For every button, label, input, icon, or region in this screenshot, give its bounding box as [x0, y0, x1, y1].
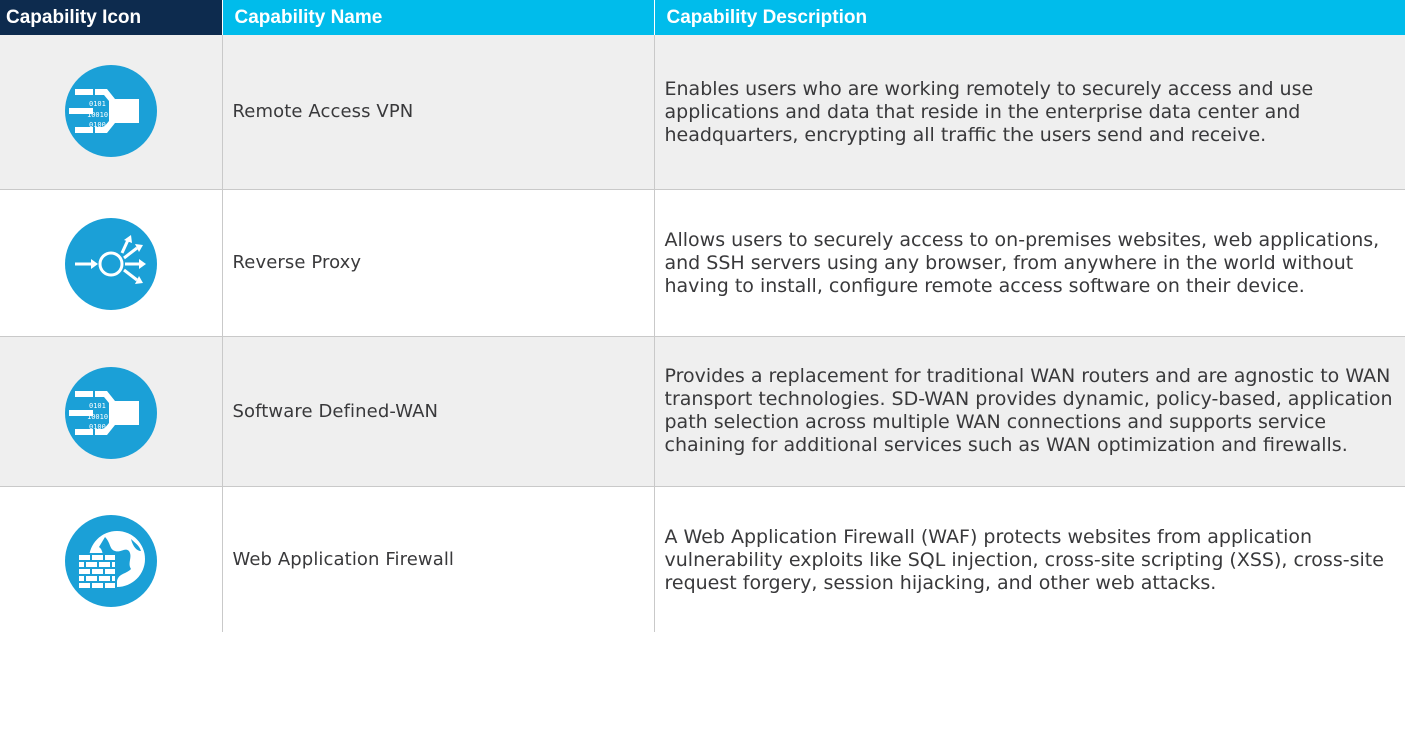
reverse-proxy-icon — [65, 217, 157, 310]
capability-name: Software Defined-WAN — [222, 336, 655, 487]
capability-icon-cell — [0, 486, 223, 632]
capability-icon-cell: 0101 10010 0100 — [0, 336, 223, 487]
capability-description: A Web Application Firewall (WAF) protect… — [654, 486, 1405, 632]
capability-name: Reverse Proxy — [222, 189, 655, 337]
capability-description: Provides a replacement for traditional W… — [654, 336, 1405, 487]
table-row: Reverse Proxy Allows users to securely a… — [0, 189, 1405, 337]
capability-description: Allows users to securely access to on-pr… — [654, 189, 1405, 337]
capability-icon-cell — [0, 189, 223, 337]
header-row: Capability Icon Capability Name Capabili… — [0, 0, 1405, 35]
svg-text:0100: 0100 — [89, 121, 106, 129]
svg-text:0101: 0101 — [89, 402, 106, 410]
capability-icon-cell: 0101 10010 0100 — [0, 35, 223, 190]
header-capability-name: Capability Name — [222, 0, 655, 35]
capability-description: Enables users who are working remotely t… — [654, 35, 1405, 190]
svg-text:10010: 10010 — [87, 413, 108, 421]
svg-text:0101: 0101 — [89, 100, 106, 108]
data-stream-funnel-icon: 0101 10010 0100 — [65, 65, 157, 157]
capabilities-table: Capability Icon Capability Name Capabili… — [0, 0, 1405, 632]
data-stream-funnel-icon: 0101 10010 0100 — [65, 366, 157, 459]
capability-name: Remote Access VPN — [222, 35, 655, 190]
header-capability-description: Capability Description — [654, 0, 1405, 35]
svg-text:10010: 10010 — [87, 111, 108, 119]
table-body: 0101 10010 0100 Remote Access VPN Enable… — [0, 35, 1405, 632]
capability-name: Web Application Firewall — [222, 486, 655, 632]
table-row: 0101 10010 0100 Software Defined-WAN Pro… — [0, 336, 1405, 487]
table-header: Capability Icon Capability Name Capabili… — [0, 0, 1405, 35]
svg-text:0100: 0100 — [89, 423, 106, 431]
table-row: 0101 10010 0100 Remote Access VPN Enable… — [0, 35, 1405, 190]
header-capability-icon: Capability Icon — [0, 0, 223, 35]
web-firewall-globe-icon — [65, 514, 157, 607]
table-row: Web Application Firewall A Web Applicati… — [0, 486, 1405, 632]
